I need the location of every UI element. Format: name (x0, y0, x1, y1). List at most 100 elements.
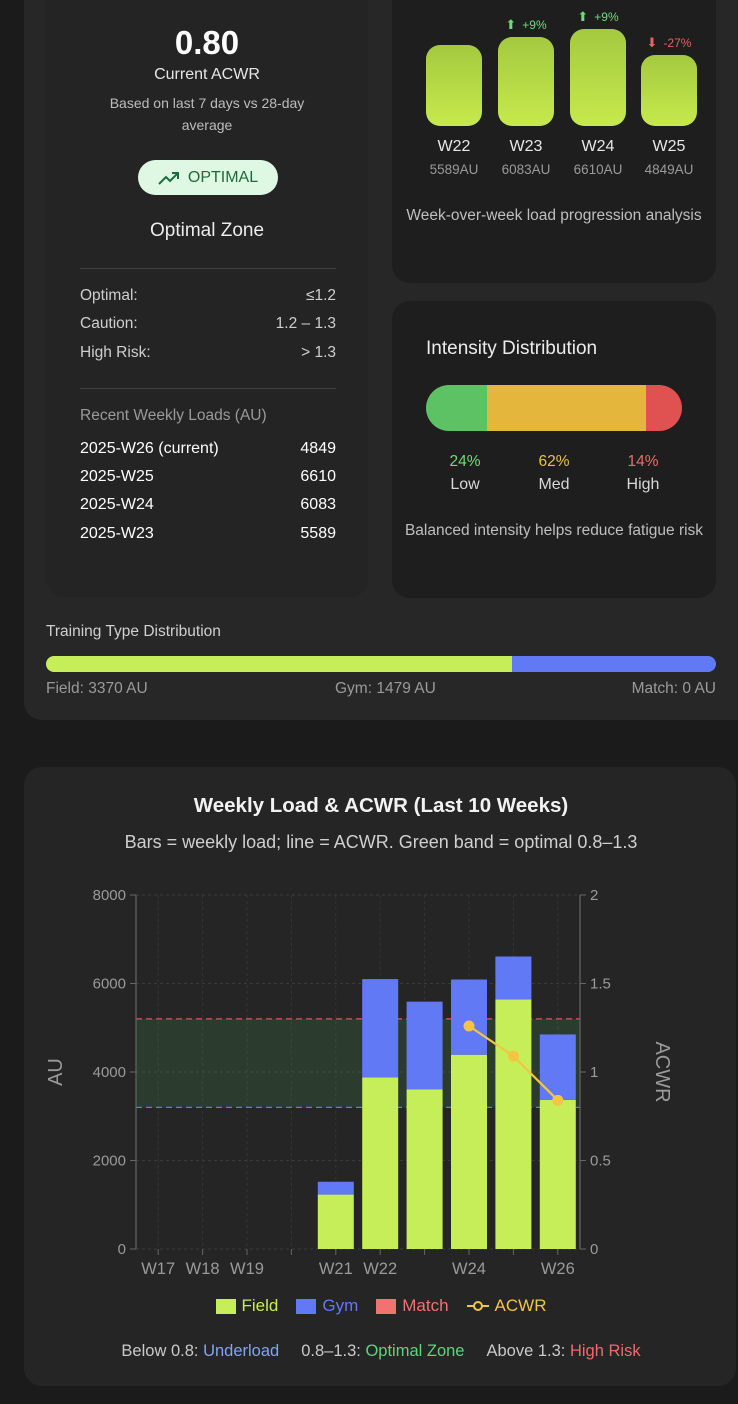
acwr-label: Current ACWR (154, 66, 260, 83)
match-swatch (376, 1298, 397, 1314)
recent-loads-title: Recent Weekly Loads (AU) (80, 407, 267, 424)
intensity-card: Intensity Distribution Balanced intensit… (392, 301, 716, 598)
x-tick-label: W17 (141, 1260, 175, 1278)
intensity-level-name: Low (450, 476, 480, 493)
weekly-load-bar (570, 29, 626, 126)
week-name: 2025-W24 (80, 496, 154, 513)
zone-underload: Below 0.8: Underload (121, 1342, 279, 1361)
weekly-load-chart-card: Weekly Load & ACWR (Last 10 Weeks) Bars … (24, 767, 736, 1386)
bar-gym (406, 1001, 443, 1090)
weekly-change-value: +9% (594, 10, 619, 24)
chart-title: Weekly Load & ACWR (Last 10 Weeks) (193, 794, 569, 817)
y2-tick-label: 1.5 (590, 976, 611, 993)
x-tick-label: W24 (452, 1260, 486, 1278)
acwr-card: 0.80 Current ACWR Based on last 7 days v… (46, 0, 368, 597)
acwr-value: 0.80 (174, 24, 240, 61)
match-load-label: Match: 0 AU (631, 680, 716, 697)
threshold-name: Optimal: (80, 287, 138, 304)
bar-gym (539, 1034, 576, 1100)
intensity-segment-med (487, 385, 647, 431)
weekly-au: 6083AU (501, 162, 551, 177)
zone-highrisk-prefix: Above 1.3: (486, 1342, 566, 1360)
bar-field (539, 1099, 576, 1249)
zone-highrisk-label: High Risk (569, 1342, 641, 1360)
weekly-change: ⬇ -27% (634, 35, 704, 51)
weekly-label: W23 (509, 138, 543, 155)
weekly-change: ⬆ +9% (491, 17, 561, 33)
zone-title: Optimal Zone (149, 220, 265, 241)
weekly-caption: Week-over-week load progression analysis (406, 207, 702, 224)
divider (80, 268, 336, 269)
acwr-point (463, 1020, 475, 1032)
y2-tick-label: 0.5 (590, 1153, 611, 1170)
arrow-down-icon: ⬇ (646, 35, 658, 50)
week-name: 2025-W23 (80, 525, 154, 542)
x-tick-label: W26 (541, 1260, 575, 1278)
y-tick-label: 8000 (93, 887, 126, 904)
legend-field-label: Field (241, 1296, 279, 1315)
x-tick-label: W19 (230, 1260, 264, 1278)
intensity-percent: 24% (449, 453, 481, 470)
intensity-caption: Balanced intensity helps reduce fatigue … (404, 522, 704, 539)
weekly-label: W25 (652, 138, 686, 155)
intensity-segment-low (426, 385, 488, 431)
chart-legend: Field Gym Match ACWR (24, 1296, 738, 1316)
legend-acwr-label: ACWR (494, 1296, 547, 1315)
week-load: 6083 (300, 496, 336, 513)
intensity-bar (426, 385, 682, 431)
intensity-percent: 14% (627, 453, 659, 470)
y2-tick-label: 2 (590, 887, 598, 904)
field-load-label: Field: 3370 AU (46, 680, 148, 697)
threshold-name: Caution: (80, 315, 138, 332)
bar-gym (495, 956, 532, 1000)
week-load: 5589 (300, 525, 336, 542)
y2-axis-label: ACWR (651, 1041, 673, 1102)
field-swatch (215, 1298, 236, 1314)
optimal-badge: OPTIMAL (138, 160, 278, 195)
bar-field (495, 999, 532, 1249)
zone-optimal: 0.8–1.3: Optimal Zone (301, 1342, 464, 1361)
gym-swatch (296, 1298, 317, 1314)
threshold-row: Optimal: ≤1.2 (80, 287, 336, 305)
acwr-point (552, 1094, 564, 1106)
weekly-change: ⬆ +9% (563, 9, 633, 25)
weekly-label: W24 (581, 138, 615, 155)
weekly-change-value: -27% (663, 36, 692, 50)
intensity-level-name: Med (538, 476, 570, 493)
y-tick-label: 2000 (93, 1153, 126, 1170)
week-load: 4849 (300, 440, 336, 457)
intensity-percent: 62% (538, 453, 570, 470)
weekly-au: 6610AU (573, 162, 623, 177)
acwr-point (507, 1050, 519, 1062)
weekly-load-bar (426, 45, 482, 126)
threshold-value: 1.2 – 1.3 (275, 315, 336, 332)
intensity-segment-high (646, 385, 682, 431)
x-tick-label: W18 (186, 1260, 220, 1278)
bar-field (317, 1194, 354, 1249)
legend-match[interactable]: Match (376, 1296, 449, 1316)
legend-match-label: Match (402, 1296, 449, 1315)
threshold-value: > 1.3 (301, 344, 336, 361)
divider (80, 388, 336, 389)
weekly-change-value: +9% (522, 18, 547, 32)
legend-acwr[interactable]: ACWR (466, 1296, 547, 1316)
acwr-line-icon (466, 1301, 489, 1311)
weekly-progression-card: Week-over-week load progression analysis… (392, 0, 716, 283)
threshold-value: ≤1.2 (305, 287, 336, 304)
zone-optimal-label: Optimal Zone (365, 1342, 465, 1360)
zone-underload-prefix: Below 0.8: (121, 1342, 199, 1360)
threshold-name: High Risk: (80, 344, 151, 361)
training-type-bar (46, 656, 716, 672)
zone-underload-label: Underload (203, 1342, 280, 1360)
intensity-title: Intensity Distribution (426, 338, 598, 359)
recent-load-row: 2025-W23 5589 (80, 525, 336, 543)
training-type-field-segment (46, 656, 512, 672)
weekly-au: 4849AU (644, 162, 694, 177)
week-name: 2025-W25 (80, 468, 154, 485)
legend-field[interactable]: Field (215, 1296, 279, 1316)
x-tick-label: W22 (363, 1260, 397, 1278)
legend-gym[interactable]: Gym (296, 1296, 358, 1316)
weekly-label: W22 (437, 138, 471, 155)
optimal-badge-label: OPTIMAL (187, 168, 259, 186)
gym-load-label: Gym: 1479 AU (335, 680, 436, 697)
